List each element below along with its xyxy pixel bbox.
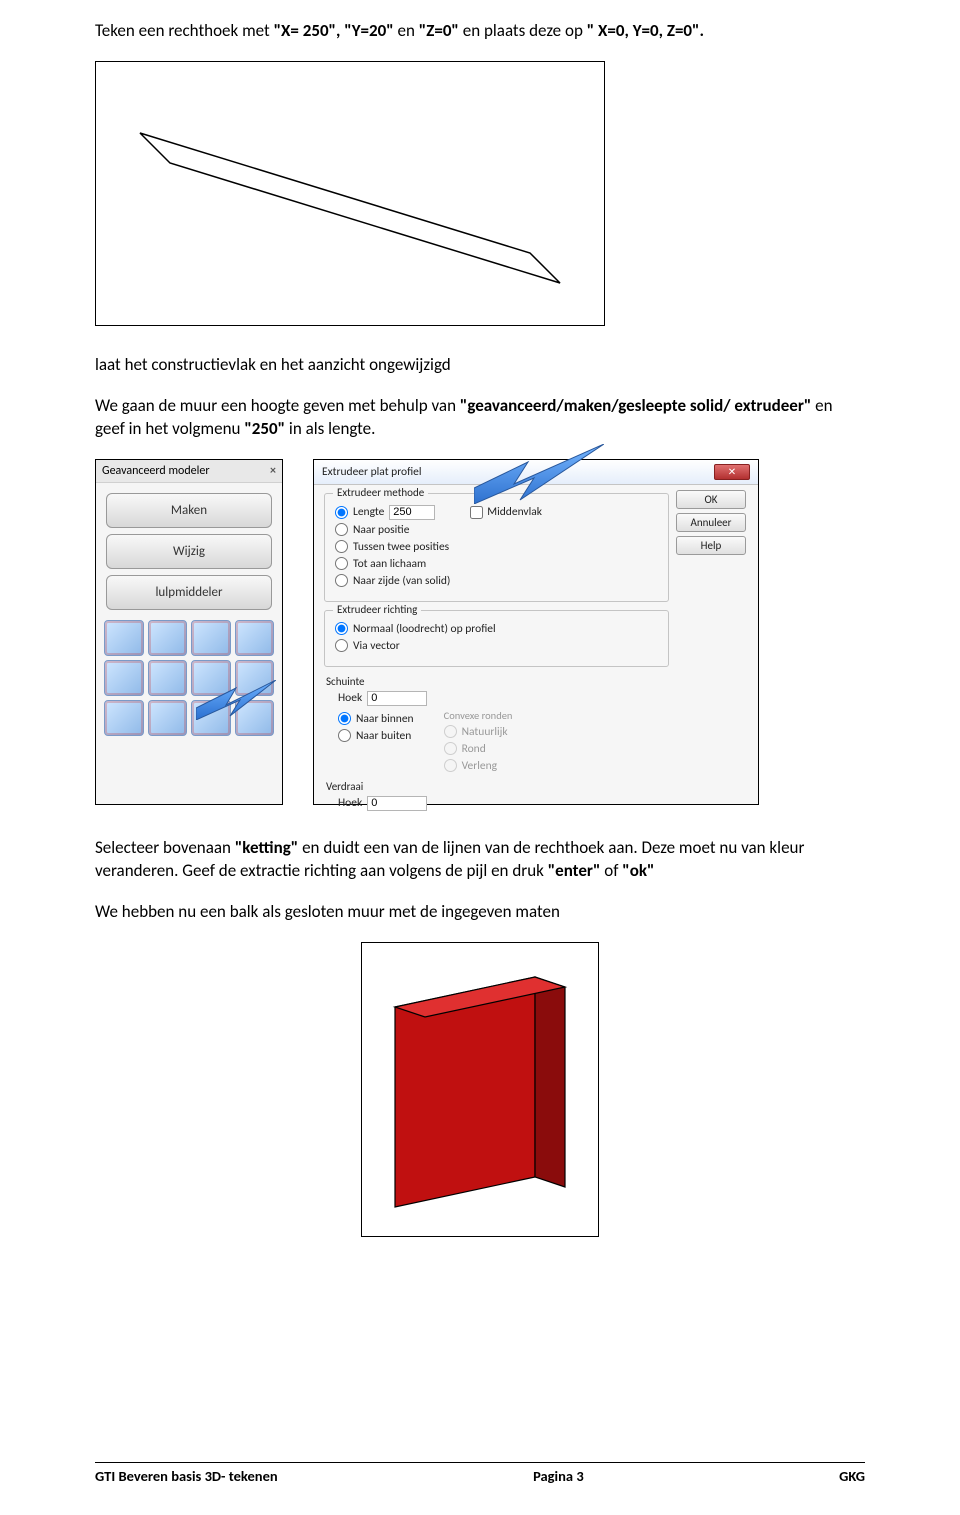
radio-positie[interactable]: Naar positie	[335, 523, 658, 537]
text-bold: "X= 250", "Y=20"	[274, 20, 394, 41]
tool-icon[interactable]	[148, 660, 188, 696]
radio-input[interactable]	[338, 729, 351, 742]
radio-zijde[interactable]: Naar zijde (van solid)	[335, 574, 658, 588]
wijzig-button[interactable]: Wijzig	[106, 534, 272, 569]
radio-label: Naar buiten	[356, 729, 411, 743]
radio-label: Normaal (loodrecht) op profiel	[353, 622, 496, 636]
radio-tussen[interactable]: Tussen twee posities	[335, 540, 658, 554]
text: Selecteer bovenaan	[95, 837, 235, 858]
para-3: We gaan de muur een hoogte geven met beh…	[95, 395, 865, 441]
radio-input	[444, 759, 457, 772]
radio-natuurlijk: Natuurlijk	[444, 725, 513, 739]
radio-normaal[interactable]: Normaal (loodrecht) op profiel	[335, 622, 658, 636]
tool-icon[interactable]	[148, 620, 188, 656]
text: of	[600, 860, 622, 881]
footer-page-number: Pagina 3	[533, 1467, 584, 1485]
section-label: Verdraai	[326, 780, 748, 793]
text-bold: "Z=0"	[419, 20, 459, 41]
tool-icon[interactable]	[235, 620, 275, 656]
radio-input[interactable]	[335, 523, 348, 536]
hulpmiddelen-button[interactable]: lulpmiddeler	[106, 575, 272, 610]
radio-label: Naar positie	[353, 523, 409, 537]
extrude-dialog: Extrudeer plat profiel ✕ OK Annuleer Hel…	[313, 459, 759, 805]
tool-icon[interactable]	[104, 660, 144, 696]
radio-label: Natuurlijk	[462, 725, 508, 739]
text-bold: "enter"	[548, 860, 601, 881]
panels-row: Geavanceerd modeler × Maken Wijzig lulpm…	[95, 459, 865, 805]
radio-input[interactable]	[338, 712, 351, 725]
radio-input	[444, 725, 457, 738]
verdraai-hoek-input[interactable]	[367, 796, 427, 811]
text-bold: "ok"	[622, 860, 654, 881]
text: We gaan de muur een hoogte geven met beh…	[95, 395, 460, 416]
radio-label: Verleng	[462, 759, 498, 773]
section-label: Schuinte	[326, 675, 748, 688]
radio-label: Naar binnen	[356, 712, 414, 726]
radio-input[interactable]	[335, 506, 348, 519]
dialog-title: Extrudeer plat profiel	[322, 465, 422, 479]
checkbox-middenvlak[interactable]	[470, 506, 483, 519]
toolbox-title-bar: Geavanceerd modeler ×	[96, 460, 282, 483]
radio-input[interactable]	[335, 574, 348, 587]
arrow-icon	[196, 680, 276, 720]
figure-red-solid	[361, 942, 599, 1237]
radio-rond: Rond	[444, 742, 513, 756]
field-label: Hoek	[338, 796, 362, 810]
radio-label: Naar zijde (van solid)	[353, 574, 450, 588]
checkbox-label: Middenvlak	[487, 505, 542, 519]
radio-label: Via vector	[353, 639, 400, 653]
group-label: Extrudeer richting	[333, 603, 421, 616]
figure-rectangle-strip	[95, 61, 605, 326]
field-label: Hoek	[338, 691, 362, 705]
radio-label: Tot aan lichaam	[353, 557, 426, 571]
toolbox-icon-grid	[96, 614, 282, 742]
radio-label: Lengte	[353, 505, 384, 519]
text-bold: "geavanceerd/maken/gesleepte solid/ extr…	[460, 395, 811, 416]
radio-input[interactable]	[335, 557, 348, 570]
radio-label: Rond	[462, 742, 486, 756]
radio-label: Tussen twee posities	[353, 540, 449, 554]
radio-input[interactable]	[335, 622, 348, 635]
radio-lichaam[interactable]: Tot aan lichaam	[335, 557, 658, 571]
text-bold: " X=0, Y=0, Z=0".	[587, 20, 704, 41]
radio-binnen[interactable]: Naar binnen	[338, 712, 414, 726]
footer-right: GKG	[839, 1467, 865, 1485]
radio-input[interactable]	[335, 639, 348, 652]
tool-icon[interactable]	[104, 700, 144, 736]
para-4: Selecteer bovenaan "ketting" en duidt ee…	[95, 837, 865, 883]
text-bold: "ketting"	[235, 837, 298, 858]
tool-icon[interactable]	[148, 700, 188, 736]
text: Teken een rechthoek met	[95, 20, 274, 41]
footer-left: GTI Beveren basis 3D- tekenen	[95, 1467, 278, 1485]
subsection-label: Convexe ronden	[444, 709, 513, 722]
maken-button[interactable]: Maken	[106, 493, 272, 528]
para-2: laat het constructievlak en het aanzicht…	[95, 354, 865, 377]
para-5: We hebben nu een balk als gesloten muur …	[95, 901, 865, 924]
text: en plaats deze op	[459, 20, 587, 41]
toolbox-title: Geavanceerd modeler	[102, 464, 210, 478]
window-close-icon[interactable]: ✕	[714, 464, 750, 480]
radio-input	[444, 742, 457, 755]
page-footer: GTI Beveren basis 3D- tekenen Pagina 3 G…	[95, 1462, 865, 1485]
text: in als lengte.	[285, 418, 375, 439]
tool-icon[interactable]	[191, 620, 231, 656]
arrow-icon	[474, 444, 604, 504]
lengte-input[interactable]	[389, 505, 435, 520]
radio-verleng: Verleng	[444, 759, 513, 773]
group-label: Extrudeer methode	[333, 486, 428, 499]
para-1: Teken een rechthoek met "X= 250", "Y=20"…	[95, 20, 865, 43]
hoek-input[interactable]	[367, 691, 427, 706]
text-bold: "250"	[244, 418, 285, 439]
toolbox-panel: Geavanceerd modeler × Maken Wijzig lulpm…	[95, 459, 283, 805]
tool-icon[interactable]	[104, 620, 144, 656]
radio-input[interactable]	[335, 540, 348, 553]
radio-vector[interactable]: Via vector	[335, 639, 658, 653]
radio-buiten[interactable]: Naar buiten	[338, 729, 414, 743]
close-icon[interactable]: ×	[270, 464, 276, 478]
text: en	[394, 20, 419, 41]
radio-lengte[interactable]: Lengte Middenvlak	[335, 505, 658, 520]
